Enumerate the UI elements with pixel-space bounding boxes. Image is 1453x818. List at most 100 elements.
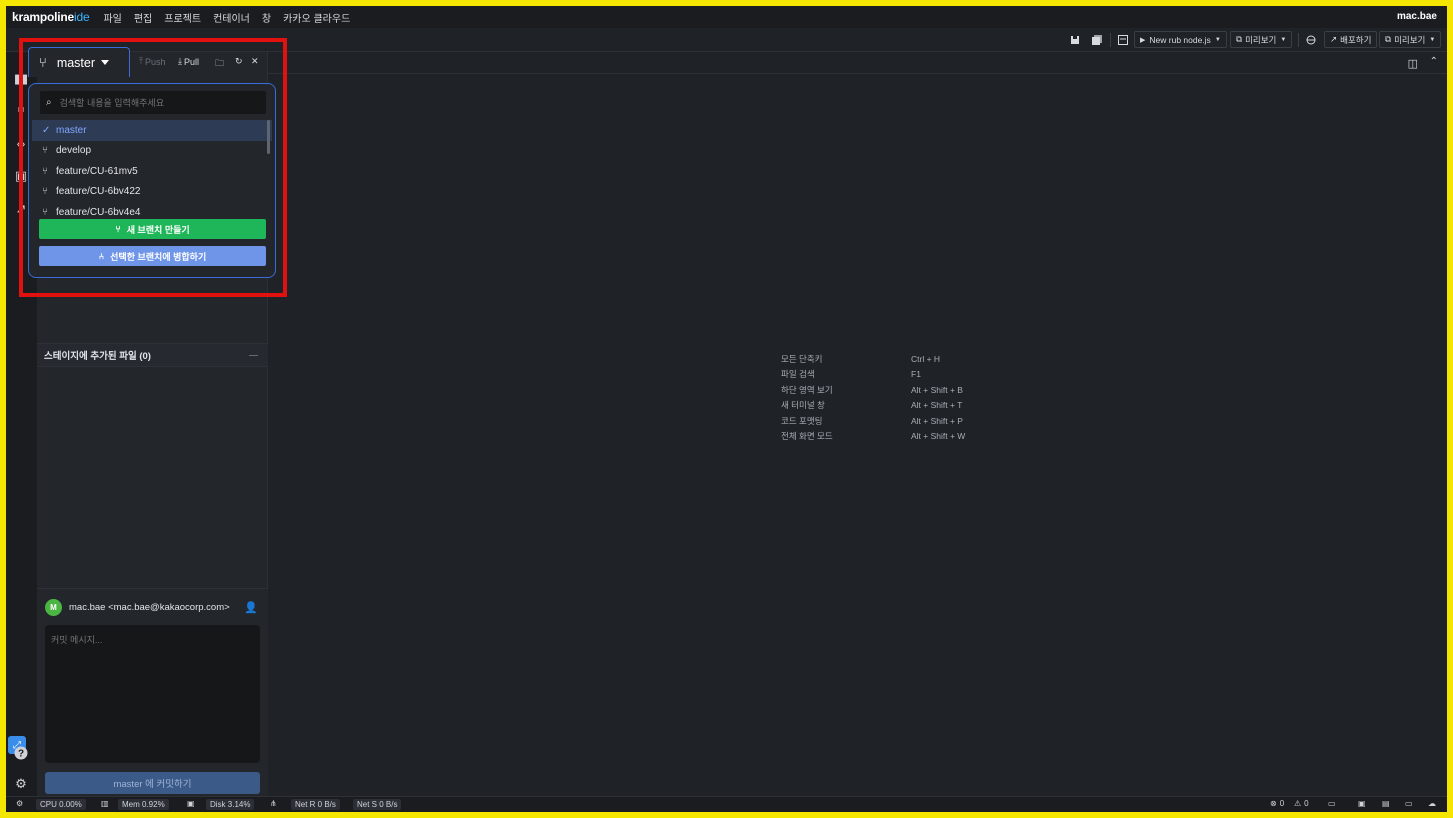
app-logo: krampolineide <box>12 10 90 24</box>
staged-files-title: 스테이지에 추가된 파일 (0) <box>44 351 151 362</box>
editor-area: 모든 단축키 Ctrl + H 파일 검색 F1 하단 영역 보기 Alt + Shi… <box>268 74 1447 796</box>
push-button[interactable]: ⤒ Push <box>139 56 166 67</box>
new-branch-button[interactable]: ⑂ 새 브랜치 만들기 <box>39 219 266 239</box>
split-editor-icon[interactable]: ◫ <box>1408 57 1418 70</box>
branch-item-feature[interactable]: ⑂ feature/CU-61mv5 <box>32 161 272 182</box>
shortcut-list: 모든 단축키 Ctrl + H 파일 검색 F1 하단 영역 보기 Alt + Shi… <box>781 351 965 444</box>
settings-gear-icon[interactable]: ⚙ <box>12 775 30 793</box>
settings-status-icon[interactable]: ⚙ <box>16 799 23 808</box>
avatar: M <box>45 599 62 616</box>
status-bar: ⚙ CPU 0.00% ▥ Mem 0.92% ▣ Disk 3.14% ⋔ N… <box>6 796 1447 812</box>
pull-button[interactable]: ⤓ Pull <box>178 56 199 67</box>
warning-icon: ⚠ <box>1294 799 1302 808</box>
git-branch-icon: ⑂ <box>42 145 48 157</box>
chat-icon[interactable]: ▤ <box>1382 799 1390 808</box>
search-icon: ⌕ <box>46 97 52 108</box>
memory-usage: Mem 0.92% <box>118 799 169 810</box>
chevron-up-icon[interactable]: ⌃ <box>1430 56 1438 67</box>
disk-usage: Disk 3.14% <box>206 799 255 810</box>
deploy-button[interactable]: ↗ 배포하기 <box>1324 31 1378 48</box>
svg-text:?: ? <box>18 749 24 760</box>
chevron-down-icon: ▼ <box>1280 36 1287 43</box>
staged-files-header[interactable]: 스테이지에 추가된 파일 (0) — <box>37 343 268 367</box>
preview-window-button[interactable]: ⧉ 미리보기 ▼ <box>1379 31 1442 48</box>
user-menu[interactable]: mac.bae <box>1397 11 1437 22</box>
git-branch-icon: ⑂ <box>39 55 47 70</box>
git-branch-icon: ⑂ <box>42 186 48 198</box>
menu-file[interactable]: 파일 <box>103 10 121 25</box>
memory-icon: ▥ <box>101 799 109 808</box>
save-all-icon[interactable] <box>1090 31 1104 48</box>
terminal-panel-icon[interactable]: ▭ <box>1405 799 1413 808</box>
deploy-icon: ↗ <box>1330 34 1338 44</box>
branch-item-feature[interactable]: ⑂ feature/CU-6bv4e4 <box>32 202 272 216</box>
branch-item-master[interactable]: ✓ master <box>32 120 272 141</box>
layout-icon[interactable]: ▭ <box>1328 799 1336 808</box>
preview-icon: ⧉ <box>1236 34 1243 44</box>
git-branch-icon: ⑂ <box>42 165 48 177</box>
git-branch-icon: ⑂ <box>42 206 48 216</box>
collapse-icon[interactable]: — <box>249 350 258 360</box>
branch-item-develop[interactable]: ⑂ develop <box>32 141 272 162</box>
editor-tab-bar: ◫ ⌃ <box>268 52 1447 74</box>
run-button[interactable]: ▶ New rub node.js ▼ <box>1134 31 1227 48</box>
globe-icon[interactable] <box>1304 31 1318 48</box>
merge-branch-button[interactable]: ⑃ 선택한 브랜치에 병합하기 <box>39 246 266 266</box>
run-label: New rub node.js <box>1149 34 1211 45</box>
commit-message-input[interactable] <box>45 625 260 763</box>
preview-button[interactable]: ⧉ 미리보기 ▼ <box>1230 31 1293 48</box>
shortcut-row: 코드 포맷팅 Alt + Shift + P <box>781 415 963 426</box>
deploy-label: 배포하기 <box>1340 34 1372 45</box>
push-icon: ⤒ <box>139 56 143 66</box>
branch-dropdown: ⌕ ✓ master ⑂ develop ⑂ feature/CU-61mv5 … <box>28 83 276 278</box>
chevron-down-icon: ▼ <box>1214 36 1221 43</box>
new-branch-icon: ⑂ <box>115 224 121 234</box>
disk-icon: ▣ <box>187 799 195 808</box>
net-receive: Net R 0 B/s <box>291 799 340 810</box>
error-icon: ⊗ <box>1270 799 1277 808</box>
change-author-icon[interactable]: 👤 <box>244 601 258 614</box>
shortcut-row: 모든 단축키 Ctrl + H <box>781 353 941 364</box>
refresh-icon[interactable]: ↻ <box>235 56 243 67</box>
pull-icon: ⤓ <box>178 56 182 66</box>
cloud-icon[interactable]: ☁ <box>1428 799 1436 808</box>
current-branch-name: master <box>56 55 96 70</box>
shortcut-row: 새 터미널 창 Alt + Shift + T <box>781 400 963 411</box>
net-send: Net S 0 B/s <box>353 799 402 810</box>
help-icon[interactable]: ? <box>12 744 30 762</box>
merge-icon: ⑃ <box>98 251 105 261</box>
menu-container[interactable]: 컨테이너 <box>213 10 250 25</box>
branch-list: ✓ master ⑂ develop ⑂ feature/CU-61mv5 ⑂ … <box>32 120 272 216</box>
menu-bar: krampolineide 파일 편집 프로젝트 컨테이너 창 카카오 클라우드… <box>6 6 1447 28</box>
author-row: M mac.bae <mac.bae@kakaocorp.com> <box>45 599 230 616</box>
network-icon: ⋔ <box>270 799 277 808</box>
ide-window: krampolineide 파일 편집 프로젝트 컨테이너 창 카카오 클라우드… <box>6 6 1447 812</box>
menu-window[interactable]: 창 <box>262 10 271 25</box>
scrollbar[interactable] <box>267 120 270 154</box>
menu-edit[interactable]: 편집 <box>134 10 152 25</box>
play-icon: ▶ <box>1140 36 1146 44</box>
error-count[interactable]: ⊗ 0 <box>1270 799 1284 808</box>
commit-area: M mac.bae <mac.bae@kakaocorp.com> 👤 mast… <box>37 588 268 796</box>
menu-kakao-cloud[interactable]: 카카오 클라우드 <box>283 10 350 25</box>
run-config-icon[interactable] <box>1116 31 1130 48</box>
shortcut-row: 전체 화면 모드 Alt + Shift + W <box>781 431 966 442</box>
author-text: mac.bae <mac.bae@kakaocorp.com> <box>69 602 230 613</box>
check-icon: ✓ <box>42 124 51 136</box>
branch-item-feature[interactable]: ⑂ feature/CU-6bv422 <box>32 182 272 203</box>
shortcut-row: 파일 검색 F1 <box>781 369 921 380</box>
branch-search-input[interactable] <box>59 97 250 108</box>
folder-settings-icon[interactable]: 🗀 <box>215 56 224 72</box>
shortcut-row: 하단 영역 보기 Alt + Shift + B <box>781 384 963 395</box>
save-icon[interactable] <box>1068 31 1082 48</box>
cpu-usage: CPU 0.00% <box>36 799 86 810</box>
close-icon[interactable]: ✕ <box>251 56 259 67</box>
menu-project[interactable]: 프로젝트 <box>164 10 201 25</box>
pip-icon[interactable]: ▣ <box>1358 799 1366 808</box>
branch-search: ⌕ <box>40 91 266 114</box>
commit-button[interactable]: master 에 커밋하기 <box>45 772 260 794</box>
branch-selector-button[interactable]: ⑂ master <box>28 47 130 77</box>
preview-window-label: 미리보기 <box>1394 34 1426 45</box>
warning-count[interactable]: ⚠ 0 <box>1294 799 1309 808</box>
chevron-down-icon: ▼ <box>1429 36 1436 43</box>
